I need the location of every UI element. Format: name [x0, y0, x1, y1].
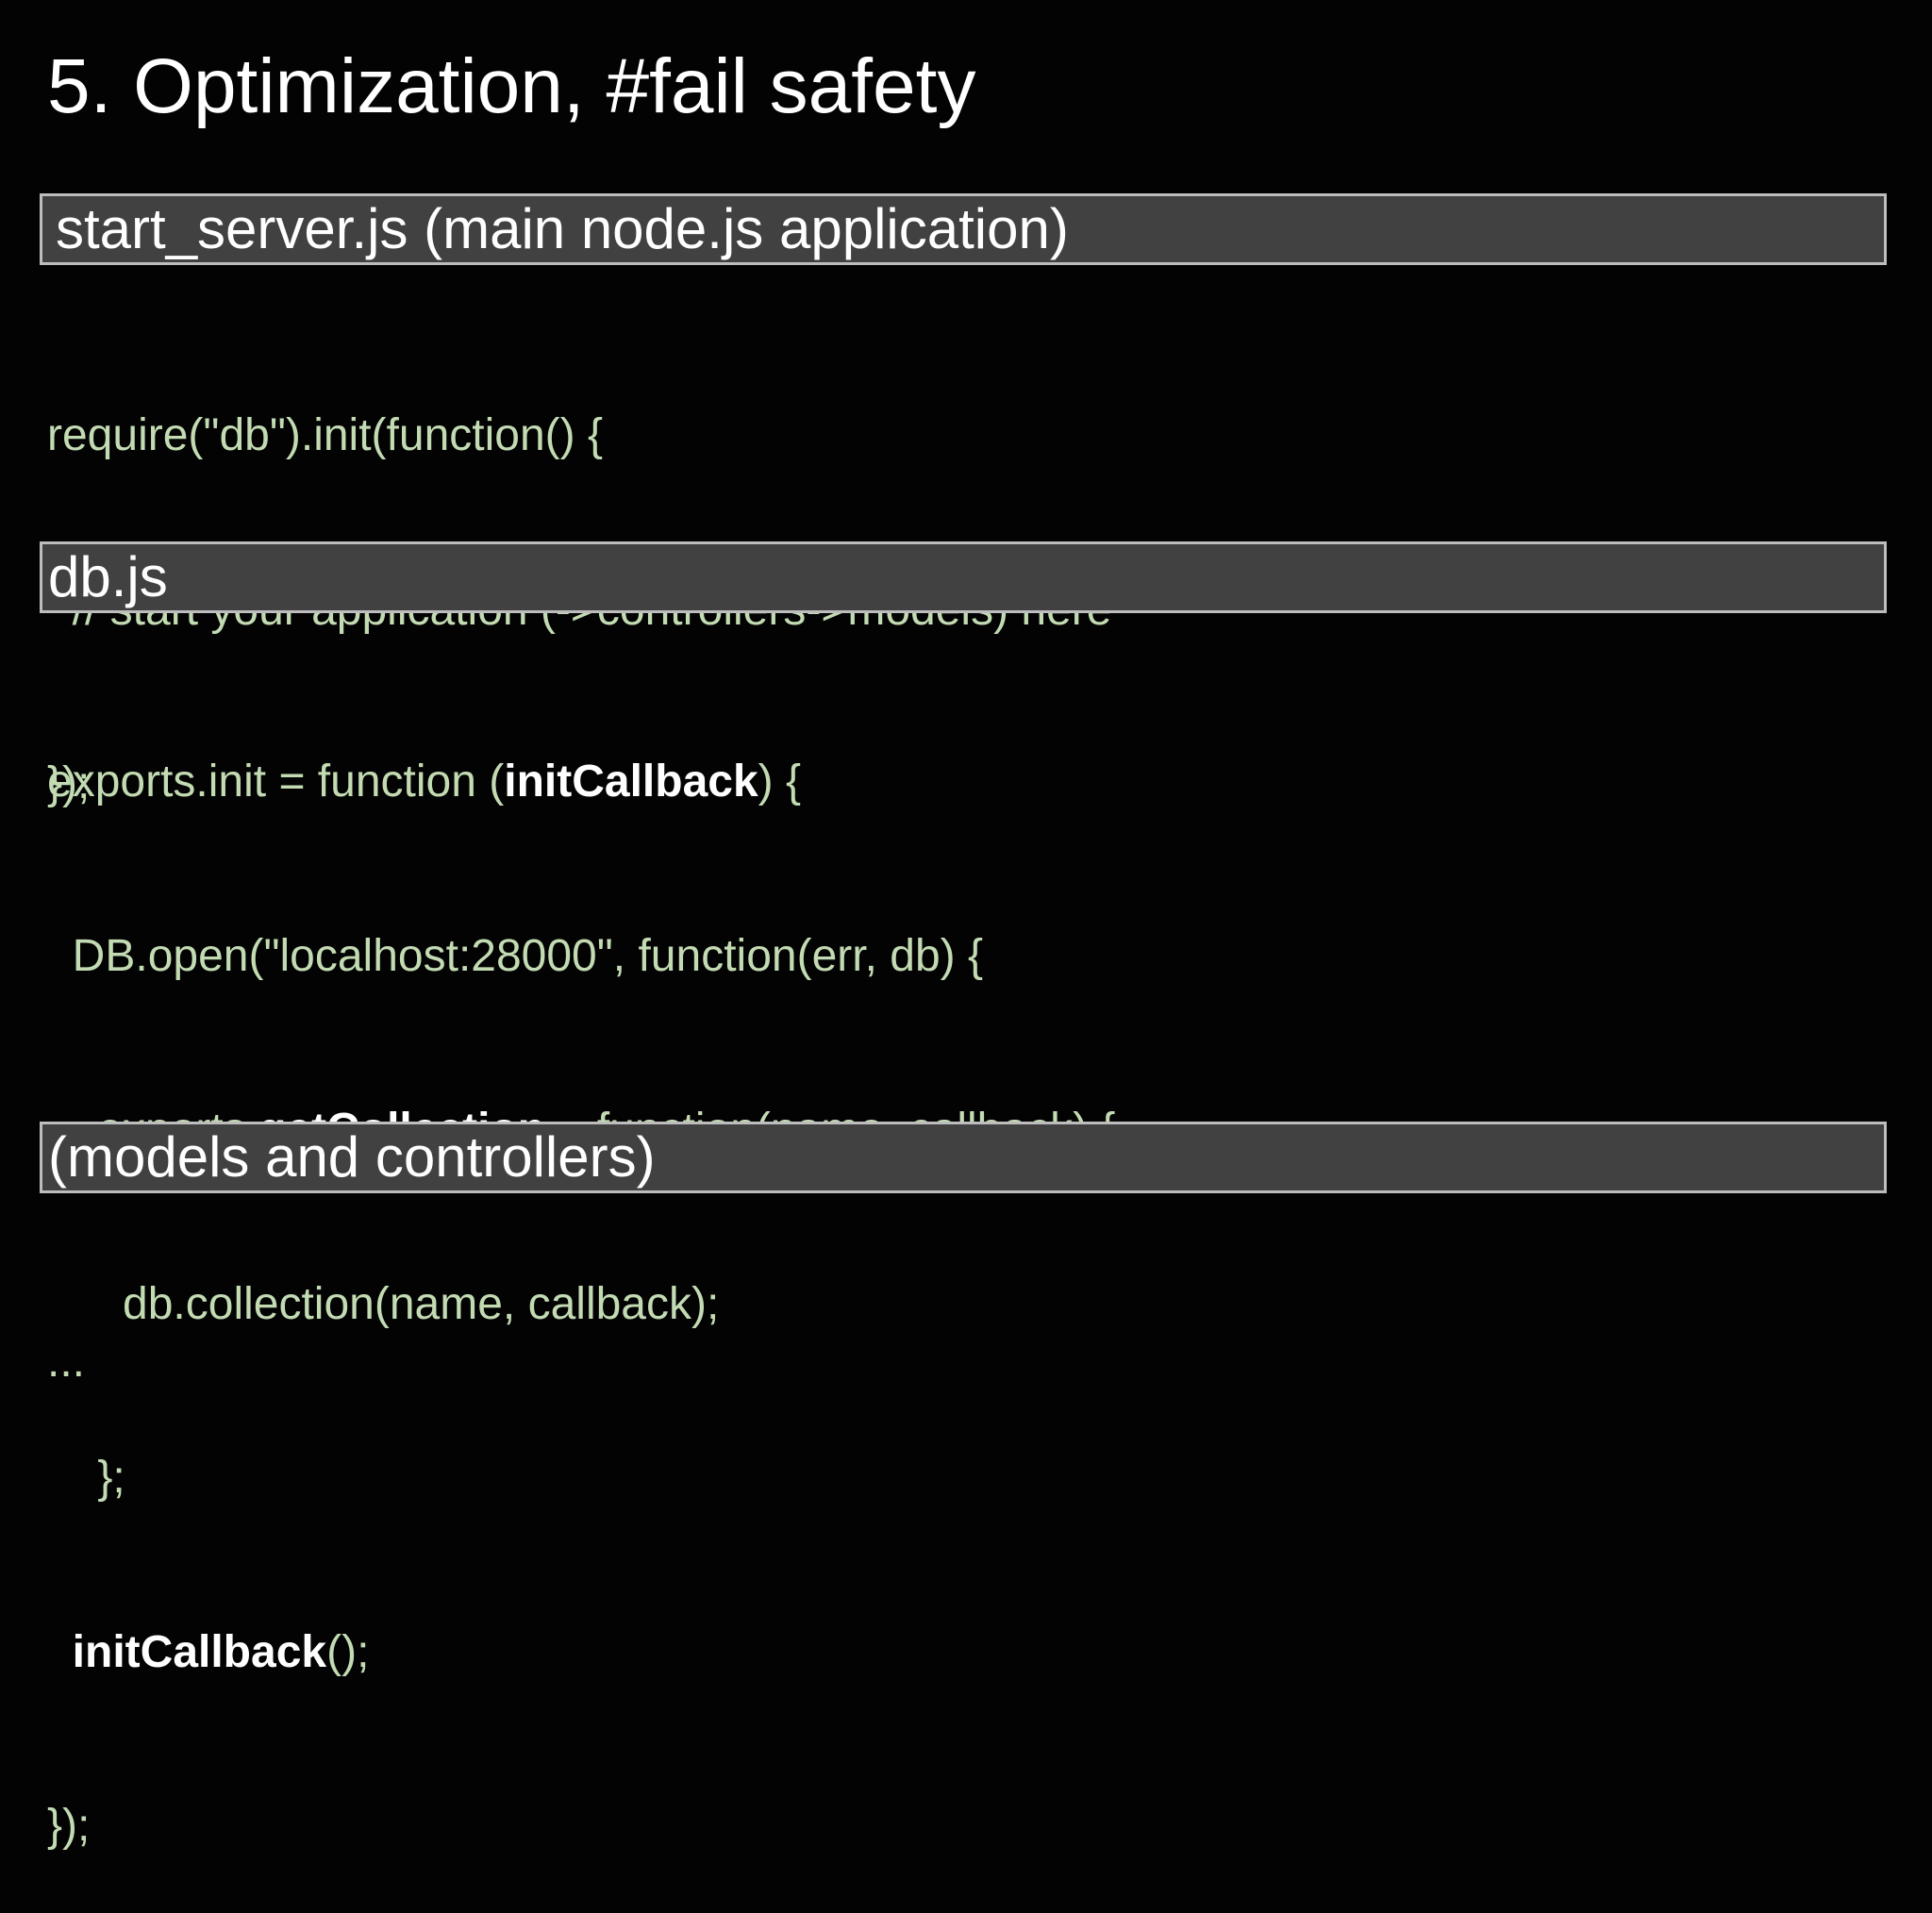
code-line: require("db").init(function() { [47, 407, 1111, 465]
code-text: DB.open("localhost:28000", function(err,… [47, 930, 983, 981]
file-header-label: start_server.js (main node.js applicatio… [56, 197, 1069, 260]
code-text: }); [47, 1801, 91, 1851]
code-line: }; [47, 1449, 1115, 1507]
file-header-models-controllers: (models and controllers) [40, 1122, 1887, 1193]
code-block-db: exports.init = function (initCallback) {… [47, 637, 1115, 1913]
file-header-label: db.js [48, 545, 168, 608]
code-text: db.collection(name, callback); [47, 1278, 720, 1329]
code-text: (); [326, 1626, 370, 1677]
code-text: ... [47, 1337, 86, 1387]
code-block-models-controllers: ... [47, 1217, 85, 1449]
code-text: require("db").init(function() { [47, 410, 603, 460]
file-header-start-server: start_server.js (main node.js applicatio… [40, 193, 1887, 265]
code-text: exports.init = function ( [47, 757, 505, 807]
slide-title: 5. Optimization, #fail safety [47, 43, 976, 129]
code-text: }; [47, 1453, 125, 1503]
code-highlight: initCallback [72, 1626, 327, 1677]
code-line: initCallback(); [47, 1623, 1115, 1682]
file-header-db: db.js [40, 541, 1887, 613]
file-header-label: (models and controllers) [48, 1125, 656, 1189]
code-line: db.collection(name, callback); [47, 1275, 1115, 1334]
code-line: ... [47, 1333, 85, 1391]
code-highlight: initCallback [504, 757, 758, 807]
code-line: exports.init = function (initCallback) { [47, 753, 1115, 811]
code-line: }); [47, 1797, 1115, 1855]
code-line: DB.open("localhost:28000", function(err,… [47, 927, 1115, 986]
code-text: ) { [758, 757, 802, 807]
